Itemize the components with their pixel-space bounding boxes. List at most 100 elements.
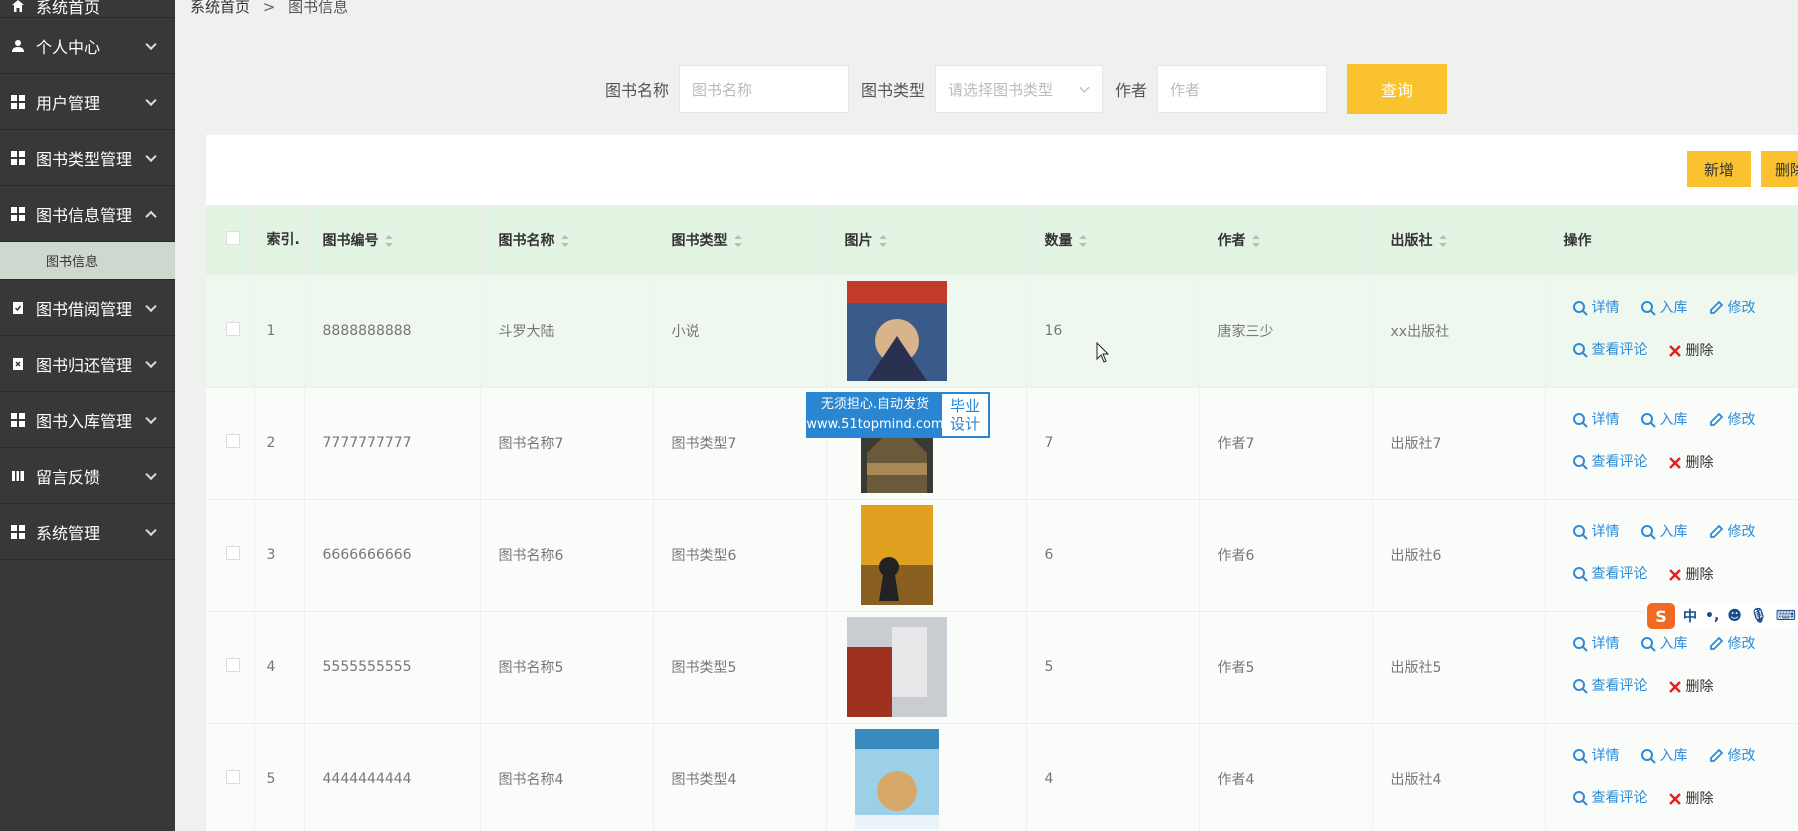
sidebar-item-label: 用户管理	[36, 93, 101, 113]
header-name-label: 图书名称	[498, 233, 555, 249]
sort-icon[interactable]	[878, 235, 887, 247]
emoji-icon[interactable]: ☻	[1727, 608, 1742, 624]
sort-icon[interactable]	[1438, 235, 1447, 247]
row-checkbox[interactable]	[226, 770, 240, 784]
detail-button[interactable]: 详情	[1572, 625, 1620, 663]
book-cover-image[interactable]	[847, 729, 947, 829]
delete-button[interactable]: 删除	[1761, 151, 1798, 187]
search-icon	[1572, 749, 1588, 764]
row-checkbox[interactable]	[226, 546, 240, 560]
edit-icon	[1709, 300, 1723, 314]
sort-icon[interactable]	[560, 235, 569, 247]
edit-button[interactable]: 修改	[1708, 289, 1756, 327]
view-comments-button[interactable]: 查看评论	[1572, 331, 1648, 369]
sidebar-item-home[interactable]: 系统首页	[0, 0, 175, 18]
search-icon	[1640, 300, 1656, 316]
row-delete-button[interactable]: 删除	[1668, 556, 1714, 594]
edit-button[interactable]: 修改	[1708, 513, 1756, 551]
cell-publisher: 出版社4	[1372, 723, 1546, 831]
row-delete-button[interactable]: 删除	[1668, 668, 1714, 706]
sidebar-item-book-info[interactable]: 图书信息管理	[0, 186, 175, 242]
book-cover-image[interactable]	[847, 505, 947, 605]
sidebar-item-borrow[interactable]: 图书借阅管理	[0, 280, 175, 336]
view-comments-button[interactable]: 查看评论	[1572, 779, 1648, 817]
header-publisher-label: 出版社	[1390, 233, 1433, 249]
query-button[interactable]: 查询	[1347, 64, 1448, 114]
edit-button[interactable]: 修改	[1708, 625, 1756, 663]
breadcrumb-home[interactable]: 系统首页	[190, 0, 250, 16]
detail-label: 详情	[1591, 299, 1620, 316]
microphone-icon[interactable]: 🎙	[1750, 608, 1768, 624]
keyboard-icon[interactable]: ⌨	[1776, 608, 1796, 624]
close-icon	[1668, 344, 1681, 357]
stock-in-button[interactable]: 入库	[1640, 625, 1688, 663]
row-checkbox-cell	[206, 387, 255, 500]
ime-toolbar[interactable]: S 中 •, ☻ 🎙 ⌨	[1645, 602, 1798, 630]
header-code[interactable]: 图书编号	[304, 205, 481, 275]
submenu-item-book-info[interactable]: 图书信息	[0, 242, 175, 280]
sort-icon[interactable]	[1078, 235, 1087, 247]
book-name-input[interactable]: 图书名称	[679, 65, 850, 113]
row-delete-button[interactable]: 删除	[1668, 780, 1714, 818]
cell-actions: 详情 入库 修改查看评论 删除	[1545, 499, 1798, 612]
row-delete-button[interactable]: 删除	[1668, 444, 1714, 482]
sidebar-item-book-types[interactable]: 图书类型管理	[0, 130, 175, 186]
ime-language[interactable]: 中	[1683, 606, 1697, 626]
header-type[interactable]: 图书类型	[653, 205, 827, 275]
detail-button[interactable]: 详情	[1572, 513, 1620, 551]
detail-button[interactable]: 详情	[1572, 737, 1620, 775]
header-index: 索引.	[254, 205, 305, 275]
cell-actions: 详情 入库 修改查看评论 删除	[1545, 387, 1798, 500]
header-author[interactable]: 作者	[1199, 205, 1373, 275]
sidebar-item-users[interactable]: 用户管理	[0, 74, 175, 130]
chevron-down-icon	[145, 38, 157, 50]
book-cover-image[interactable]	[846, 617, 947, 717]
book-name-placeholder: 图书名称	[692, 80, 753, 99]
sort-icon[interactable]	[1251, 235, 1260, 247]
sidebar-item-return[interactable]: 图书归还管理	[0, 336, 175, 392]
sidebar-item-feedback[interactable]: 留言反馈	[0, 448, 175, 504]
stock-in-button[interactable]: 入库	[1640, 401, 1688, 439]
header-name[interactable]: 图书名称	[480, 205, 654, 275]
author-input[interactable]: 作者	[1157, 65, 1328, 113]
view-comments-button[interactable]: 查看评论	[1572, 667, 1648, 705]
view-comments-button[interactable]: 查看评论	[1572, 555, 1648, 593]
detail-button[interactable]: 详情	[1572, 289, 1620, 327]
punctuation-icon[interactable]: •,	[1705, 608, 1719, 624]
add-button[interactable]: 新增	[1687, 151, 1751, 187]
stock-in-button[interactable]: 入库	[1640, 513, 1688, 551]
stock-in-button[interactable]: 入库	[1640, 737, 1688, 775]
sort-icon[interactable]	[384, 235, 393, 247]
detail-label: 详情	[1591, 524, 1620, 540]
sidebar: 系统首页 个人中心 用户管理 图书类型管理 图书信息管理 图书信息 图书借阅管理…	[0, 0, 175, 831]
grid-icon	[10, 524, 26, 540]
detail-button[interactable]: 详情	[1572, 401, 1620, 439]
stock-in-button[interactable]: 入库	[1640, 289, 1688, 327]
cell-type: 小说	[653, 275, 827, 388]
book-type-select[interactable]: 请选择图书类型	[935, 65, 1104, 113]
header-quantity[interactable]: 数量	[1026, 205, 1200, 275]
book-cover-image[interactable]	[846, 280, 947, 381]
header-image[interactable]: 图片	[826, 205, 1027, 275]
search-icon	[1640, 749, 1656, 764]
view-comments-button[interactable]: 查看评论	[1572, 443, 1648, 481]
header-publisher[interactable]: 出版社	[1372, 205, 1546, 275]
select-all-header[interactable]	[206, 205, 255, 275]
cell-index: 1	[254, 275, 305, 388]
sidebar-item-profile[interactable]: 个人中心	[0, 18, 175, 74]
row-delete-button[interactable]: 删除	[1668, 332, 1714, 370]
close-icon	[1668, 457, 1681, 469]
chevron-down-icon	[145, 94, 157, 106]
edit-button[interactable]: 修改	[1708, 737, 1756, 775]
sort-icon[interactable]	[733, 235, 742, 247]
sidebar-item-system[interactable]: 系统管理	[0, 504, 175, 560]
sidebar-item-stock-in[interactable]: 图书入库管理	[0, 392, 175, 448]
row-checkbox-cell	[206, 275, 255, 388]
cell-publisher: 出版社6	[1372, 499, 1546, 612]
row-checkbox[interactable]	[226, 658, 240, 672]
edit-button[interactable]: 修改	[1708, 401, 1756, 439]
row-checkbox[interactable]	[226, 434, 240, 448]
row-checkbox[interactable]	[226, 321, 240, 336]
cell-code: 4444444444	[304, 723, 481, 831]
select-all-checkbox[interactable]	[226, 231, 240, 245]
